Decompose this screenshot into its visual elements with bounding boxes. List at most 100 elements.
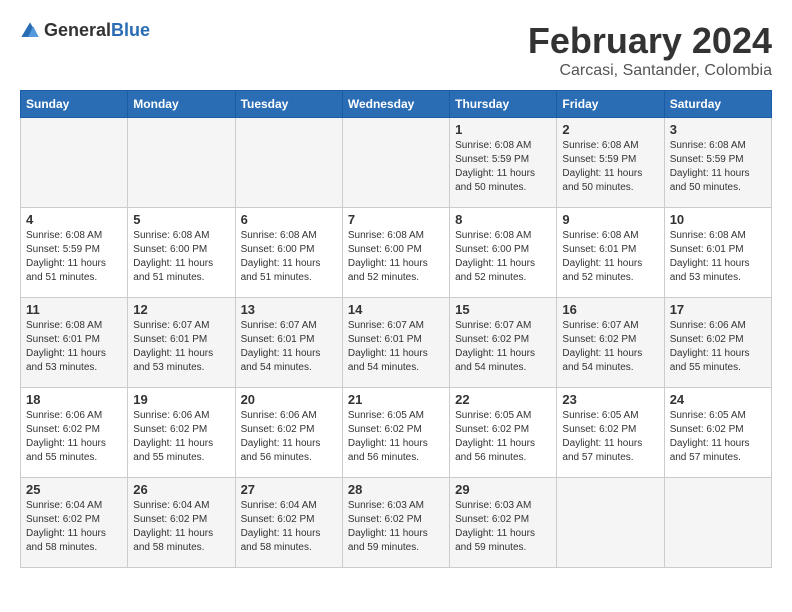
day-number: 28 [348,482,444,497]
calendar-cell: 5 Sunrise: 6:08 AM Sunset: 6:00 PM Daylig… [128,208,235,298]
day-info: Sunrise: 6:07 AM Sunset: 6:01 PM Dayligh… [348,319,444,375]
calendar-cell: 7 Sunrise: 6:08 AM Sunset: 6:00 PM Daylig… [342,208,449,298]
calendar-cell: 28 Sunrise: 6:03 AM Sunset: 6:02 PM Dayli… [342,478,449,568]
calendar-cell: 18Sunrise: 6:06 AM Sunset: 6:02 PM Dayli… [21,388,128,478]
calendar-cell: 24 Sunrise: 6:05 AM Sunset: 6:02 PM Dayli… [664,388,771,478]
day-info: Sunrise: 6:08 AM Sunset: 6:00 PM Dayligh… [348,229,444,285]
day-number: 11 [26,302,122,317]
weekday-header-cell: Wednesday [342,91,449,118]
day-info: Sunrise: 6:05 AM Sunset: 6:02 PM Dayligh… [562,409,658,465]
day-info: Sunrise: 6:08 AM Sunset: 6:00 PM Dayligh… [133,229,229,285]
day-number: 26 [133,482,229,497]
day-info: Sunrise: 6:08 AM Sunset: 5:59 PM Dayligh… [26,229,122,285]
calendar-cell [557,478,664,568]
logo-icon [20,21,40,41]
calendar-cell [235,118,342,208]
calendar-cell: 25 Sunrise: 6:04 AM Sunset: 6:02 PM Dayli… [21,478,128,568]
day-number: 8 [455,212,551,227]
day-number: 4 [26,212,122,227]
calendar-cell: 19Sunrise: 6:06 AM Sunset: 6:02 PM Dayli… [128,388,235,478]
day-number: 29 [455,482,551,497]
calendar-cell: 20 Sunrise: 6:06 AM Sunset: 6:02 PM Dayli… [235,388,342,478]
day-number: 6 [241,212,337,227]
day-info: Sunrise: 6:07 AM Sunset: 6:01 PM Dayligh… [133,319,229,375]
day-info: Sunrise: 6:06 AM Sunset: 6:02 PM Dayligh… [133,409,229,465]
day-number: 2 [562,122,658,137]
day-number: 20 [241,392,337,407]
calendar-week-row: 1Sunrise: 6:08 AM Sunset: 5:59 PM Daylig… [21,118,772,208]
day-number: 17 [670,302,766,317]
day-info: Sunrise: 6:06 AM Sunset: 6:02 PM Dayligh… [241,409,337,465]
calendar-cell: 22 Sunrise: 6:05 AM Sunset: 6:02 PM Dayli… [450,388,557,478]
calendar-cell: 2Sunrise: 6:08 AM Sunset: 5:59 PM Daylig… [557,118,664,208]
logo-blue: Blue [111,20,150,40]
day-number: 25 [26,482,122,497]
calendar-cell: 10 Sunrise: 6:08 AM Sunset: 6:01 PM Dayli… [664,208,771,298]
calendar-cell: 3Sunrise: 6:08 AM Sunset: 5:59 PM Daylig… [664,118,771,208]
day-info: Sunrise: 6:05 AM Sunset: 6:02 PM Dayligh… [670,409,766,465]
calendar-week-row: 18Sunrise: 6:06 AM Sunset: 6:02 PM Dayli… [21,388,772,478]
calendar-cell: 12 Sunrise: 6:07 AM Sunset: 6:01 PM Dayli… [128,298,235,388]
day-number: 10 [670,212,766,227]
calendar-week-row: 11 Sunrise: 6:08 AM Sunset: 6:01 PM Dayli… [21,298,772,388]
calendar-cell: 29 Sunrise: 6:03 AM Sunset: 6:02 PM Dayli… [450,478,557,568]
day-number: 12 [133,302,229,317]
day-number: 27 [241,482,337,497]
weekday-header-cell: Friday [557,91,664,118]
day-info: Sunrise: 6:08 AM Sunset: 6:01 PM Dayligh… [670,229,766,285]
weekday-header-cell: Sunday [21,91,128,118]
day-number: 21 [348,392,444,407]
calendar-body: 1Sunrise: 6:08 AM Sunset: 5:59 PM Daylig… [21,118,772,568]
calendar-cell: 23 Sunrise: 6:05 AM Sunset: 6:02 PM Dayli… [557,388,664,478]
day-number: 23 [562,392,658,407]
calendar-week-row: 25 Sunrise: 6:04 AM Sunset: 6:02 PM Dayli… [21,478,772,568]
day-info: Sunrise: 6:04 AM Sunset: 6:02 PM Dayligh… [241,499,337,555]
day-number: 22 [455,392,551,407]
calendar-cell: 16Sunrise: 6:07 AM Sunset: 6:02 PM Dayli… [557,298,664,388]
calendar-cell: 6 Sunrise: 6:08 AM Sunset: 6:00 PM Daylig… [235,208,342,298]
day-info: Sunrise: 6:04 AM Sunset: 6:02 PM Dayligh… [133,499,229,555]
calendar-cell: 1Sunrise: 6:08 AM Sunset: 5:59 PM Daylig… [450,118,557,208]
calendar-cell [21,118,128,208]
day-number: 3 [670,122,766,137]
day-info: Sunrise: 6:05 AM Sunset: 6:02 PM Dayligh… [455,409,551,465]
calendar-table: SundayMondayTuesdayWednesdayThursdayFrid… [20,90,772,568]
day-info: Sunrise: 6:05 AM Sunset: 6:02 PM Dayligh… [348,409,444,465]
day-info: Sunrise: 6:03 AM Sunset: 6:02 PM Dayligh… [348,499,444,555]
calendar-cell [128,118,235,208]
calendar-cell: 14 Sunrise: 6:07 AM Sunset: 6:01 PM Dayli… [342,298,449,388]
day-info: Sunrise: 6:06 AM Sunset: 6:02 PM Dayligh… [670,319,766,375]
day-info: Sunrise: 6:04 AM Sunset: 6:02 PM Dayligh… [26,499,122,555]
day-info: Sunrise: 6:07 AM Sunset: 6:02 PM Dayligh… [562,319,658,375]
day-info: Sunrise: 6:08 AM Sunset: 6:00 PM Dayligh… [241,229,337,285]
weekday-header-cell: Tuesday [235,91,342,118]
header-area: GeneralBlue February 2024 Carcasi, Santa… [20,20,772,80]
calendar-cell: 13 Sunrise: 6:07 AM Sunset: 6:01 PM Dayli… [235,298,342,388]
day-info: Sunrise: 6:03 AM Sunset: 6:02 PM Dayligh… [455,499,551,555]
day-number: 13 [241,302,337,317]
weekday-header-row: SundayMondayTuesdayWednesdayThursdayFrid… [21,91,772,118]
calendar-cell [342,118,449,208]
day-info: Sunrise: 6:06 AM Sunset: 6:02 PM Dayligh… [26,409,122,465]
calendar-cell [664,478,771,568]
calendar-cell: 15Sunrise: 6:07 AM Sunset: 6:02 PM Dayli… [450,298,557,388]
day-number: 14 [348,302,444,317]
day-info: Sunrise: 6:08 AM Sunset: 6:00 PM Dayligh… [455,229,551,285]
day-number: 24 [670,392,766,407]
calendar-cell: 27 Sunrise: 6:04 AM Sunset: 6:02 PM Dayli… [235,478,342,568]
logo: GeneralBlue [20,20,150,41]
day-info: Sunrise: 6:07 AM Sunset: 6:02 PM Dayligh… [455,319,551,375]
day-info: Sunrise: 6:07 AM Sunset: 6:01 PM Dayligh… [241,319,337,375]
weekday-header-cell: Saturday [664,91,771,118]
logo-general: General [44,20,111,40]
day-info: Sunrise: 6:08 AM Sunset: 6:01 PM Dayligh… [26,319,122,375]
weekday-header-cell: Thursday [450,91,557,118]
day-number: 5 [133,212,229,227]
calendar-cell: 11 Sunrise: 6:08 AM Sunset: 6:01 PM Dayli… [21,298,128,388]
calendar-cell: 26 Sunrise: 6:04 AM Sunset: 6:02 PM Dayli… [128,478,235,568]
title-area: February 2024 Carcasi, Santander, Colomb… [528,20,772,80]
calendar-cell: 4 Sunrise: 6:08 AM Sunset: 5:59 PM Daylig… [21,208,128,298]
calendar-cell: 21 Sunrise: 6:05 AM Sunset: 6:02 PM Dayli… [342,388,449,478]
day-number: 7 [348,212,444,227]
day-info: Sunrise: 6:08 AM Sunset: 6:01 PM Dayligh… [562,229,658,285]
